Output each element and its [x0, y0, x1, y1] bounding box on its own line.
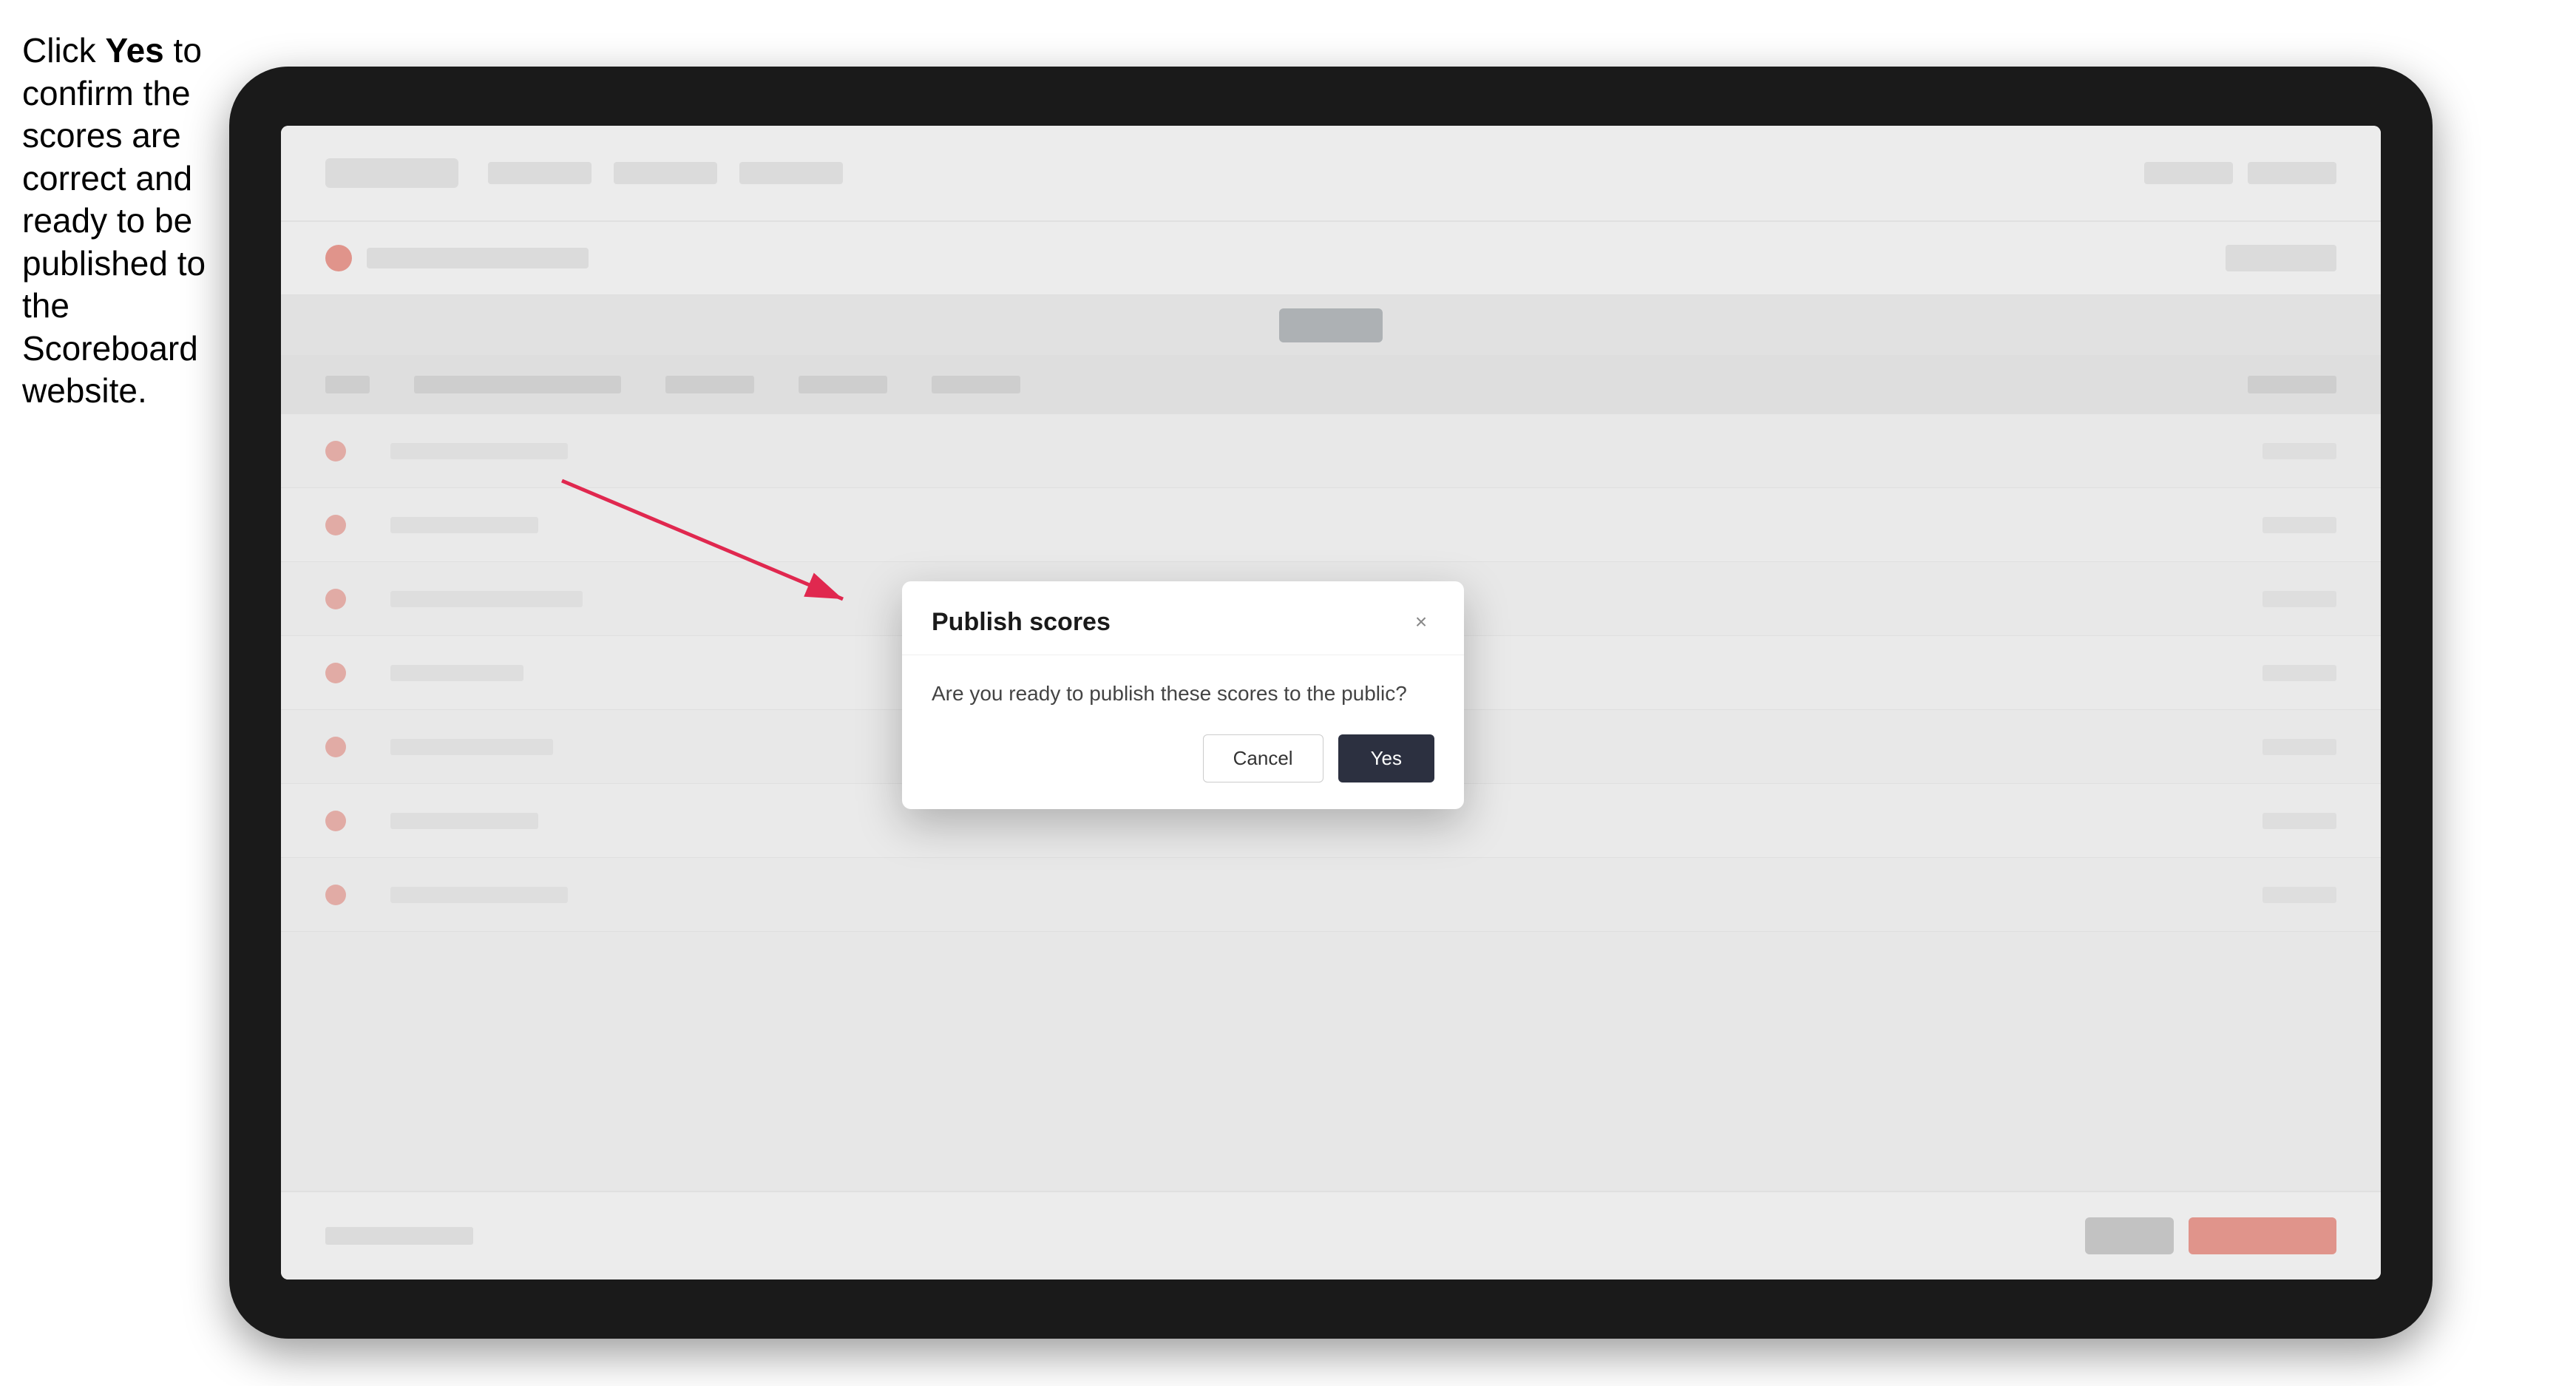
publish-scores-dialog: Publish scores × Are you ready to publis…: [902, 581, 1464, 809]
tablet-screen: Publish scores × Are you ready to publis…: [281, 126, 2381, 1279]
yes-button[interactable]: Yes: [1338, 734, 1434, 782]
cancel-button[interactable]: Cancel: [1203, 734, 1323, 782]
modal-overlay: Publish scores × Are you ready to publis…: [281, 126, 2381, 1279]
modal-message: Are you ready to publish these scores to…: [932, 679, 1434, 708]
modal-footer: Cancel Yes: [902, 734, 1464, 809]
modal-close-button[interactable]: ×: [1408, 609, 1434, 635]
modal-body: Are you ready to publish these scores to…: [902, 655, 1464, 734]
instruction-text: Click Yes to confirm the scores are corr…: [22, 30, 229, 413]
yes-keyword: Yes: [105, 31, 163, 70]
modal-title: Publish scores: [932, 608, 1111, 637]
modal-header: Publish scores ×: [902, 581, 1464, 655]
tablet-frame: Publish scores × Are you ready to publis…: [229, 67, 2433, 1339]
